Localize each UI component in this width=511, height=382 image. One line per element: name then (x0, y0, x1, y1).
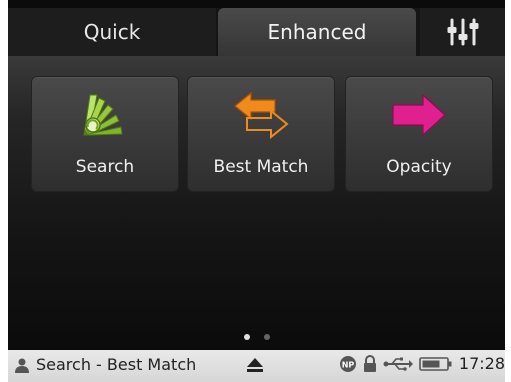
user-icon (15, 358, 29, 373)
search-tile-label: Search (75, 157, 135, 177)
opacity-tile-label: Opacity (386, 157, 452, 177)
tab-quick-label: Quick (83, 20, 141, 44)
device: Quick Enhanced Search Best Match Opacity… (0, 0, 511, 382)
np-icon: NP (339, 355, 356, 372)
page-dot-1[interactable] (243, 334, 250, 340)
status-mode-text: Search - Best Match (36, 355, 197, 374)
svg-text:NP: NP (342, 360, 355, 369)
search-tile[interactable]: Search (31, 76, 179, 192)
page-indicator (8, 334, 505, 340)
battery-icon (419, 356, 452, 371)
status-bar: Search - Best Match NP 17:28 (8, 350, 505, 382)
opacity-tile[interactable]: Opacity (345, 76, 493, 192)
screen: Quick Enhanced Search Best Match Opacity (8, 0, 505, 350)
tab-quick[interactable]: Quick (8, 8, 216, 56)
eject-icon[interactable] (246, 357, 264, 373)
page-dot-2[interactable] (263, 334, 270, 340)
lock-icon (363, 354, 376, 372)
tab-enhanced[interactable]: Enhanced (218, 8, 416, 56)
main-panel: Search Best Match Opacity (8, 56, 505, 350)
tab-bar: Quick Enhanced (8, 8, 505, 56)
sliders-icon (447, 18, 478, 46)
search-fan-icon (82, 94, 123, 136)
swap-arrows-icon (234, 91, 289, 139)
screen-top-strip (8, 0, 505, 8)
tab-enhanced-label: Enhanced (267, 20, 367, 44)
tab-settings[interactable] (420, 8, 505, 56)
usb-icon (383, 357, 413, 371)
best-match-tile[interactable]: Best Match (187, 76, 335, 192)
opacity-arrow-icon (392, 93, 446, 137)
best-match-tile-label: Best Match (213, 157, 309, 177)
status-time: 17:28 (458, 354, 505, 373)
